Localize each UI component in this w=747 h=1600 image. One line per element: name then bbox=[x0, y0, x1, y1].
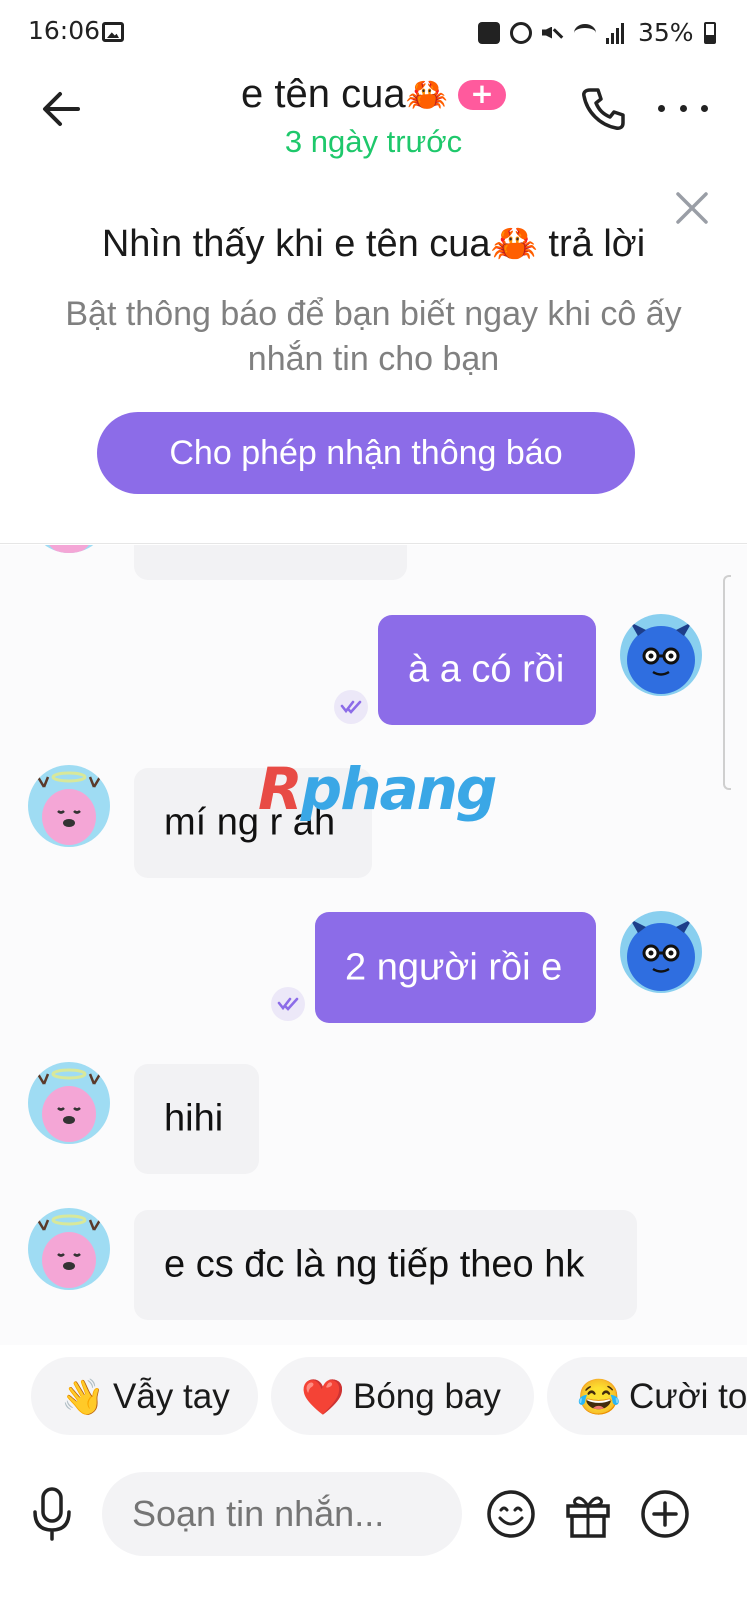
notification-banner: Nhìn thấy khi e tên cua🦀 trả lời Bật thô… bbox=[0, 174, 747, 544]
status-bar: 16:06 35% bbox=[0, 0, 747, 64]
reaction-chip-wave[interactable]: 👋 Vẫy tay bbox=[31, 1357, 258, 1435]
message-text: e cs đc là ng tiếp theo hk bbox=[164, 1243, 585, 1286]
phone-icon[interactable] bbox=[578, 84, 628, 134]
watermark-logo: Rphang bbox=[258, 755, 497, 823]
battery-percent: 35% bbox=[638, 18, 694, 47]
contact-avatar[interactable] bbox=[28, 765, 110, 847]
message-text: hihi bbox=[164, 1097, 224, 1140]
contact-avatar[interactable] bbox=[28, 1062, 110, 1144]
enable-notifications-button[interactable]: Cho phép nhận thông báo bbox=[97, 412, 635, 494]
alarm-icon bbox=[510, 21, 532, 44]
quick-reactions-bar[interactable]: 👋 Vẫy tay ❤️ Bóng bay 😂 Cười to bbox=[0, 1357, 747, 1437]
message-bubble-incoming[interactable]: hihi bbox=[134, 1064, 259, 1174]
emoji-icon[interactable] bbox=[485, 1488, 537, 1540]
contact-avatar[interactable] bbox=[28, 1208, 110, 1290]
message-bubble-outgoing[interactable]: 2 người rồi e bbox=[315, 912, 596, 1023]
crab-emoji: 🦀 bbox=[490, 223, 538, 265]
microphone-icon[interactable] bbox=[30, 1486, 74, 1542]
signal-icon bbox=[606, 22, 628, 44]
reaction-chip-balloon[interactable]: ❤️ Bóng bay bbox=[271, 1357, 534, 1435]
waving-hand-icon: 👋 bbox=[61, 1378, 105, 1417]
wifi-icon bbox=[574, 23, 596, 42]
reaction-chip-laugh[interactable]: 😂 Cười to bbox=[547, 1357, 747, 1435]
contact-title[interactable]: e tên cua🦀 + bbox=[0, 72, 747, 117]
battery-icon bbox=[703, 21, 716, 44]
read-receipt-icon bbox=[271, 987, 305, 1021]
gallery-notification-icon bbox=[102, 22, 124, 42]
read-receipt-icon bbox=[334, 690, 368, 724]
laughing-face-icon: 😂 bbox=[577, 1378, 621, 1417]
my-avatar[interactable] bbox=[620, 614, 702, 696]
message-list[interactable]: à a có rồi mí ng r ah Rphang 2 người rồi… bbox=[0, 545, 747, 1345]
add-attachment-icon[interactable] bbox=[639, 1488, 691, 1540]
reaction-label: Bóng bay bbox=[353, 1377, 501, 1416]
scrollbar[interactable] bbox=[723, 575, 731, 790]
banner-title: Nhìn thấy khi e tên cua🦀 trả lời bbox=[101, 223, 646, 265]
contact-avatar[interactable] bbox=[28, 545, 110, 553]
more-options-icon[interactable] bbox=[658, 100, 708, 116]
last-seen-status: 3 ngày trước bbox=[284, 124, 463, 159]
message-bubble-outgoing[interactable]: à a có rồi bbox=[378, 615, 596, 725]
message-bubble-incoming[interactable] bbox=[134, 545, 407, 580]
my-avatar[interactable] bbox=[620, 911, 702, 993]
message-composer bbox=[0, 1460, 747, 1600]
status-icons: 35% bbox=[478, 18, 716, 47]
reaction-label: Vẫy tay bbox=[113, 1377, 230, 1416]
status-time: 16:06 bbox=[28, 16, 101, 45]
crab-emoji: 🦀 bbox=[405, 74, 448, 115]
gift-icon[interactable] bbox=[562, 1488, 614, 1540]
message-text: 2 người rồi e bbox=[345, 946, 563, 988]
mute-icon bbox=[542, 22, 564, 44]
message-text: à a có rồi bbox=[408, 648, 565, 691]
banner-description: Bật thông báo để bạn biết ngay khi cô ấy… bbox=[65, 295, 682, 378]
heart-icon: ❤️ bbox=[301, 1378, 345, 1417]
app-notification-icon bbox=[478, 21, 500, 44]
message-input[interactable] bbox=[102, 1472, 462, 1556]
plus-badge[interactable]: + bbox=[457, 79, 506, 110]
message-bubble-incoming[interactable]: e cs đc là ng tiếp theo hk bbox=[134, 1210, 637, 1320]
chat-header: e tên cua🦀 + 3 ngày trước bbox=[0, 64, 747, 174]
reaction-label: Cười to bbox=[629, 1377, 747, 1416]
contact-name: e tên cua bbox=[241, 72, 406, 116]
